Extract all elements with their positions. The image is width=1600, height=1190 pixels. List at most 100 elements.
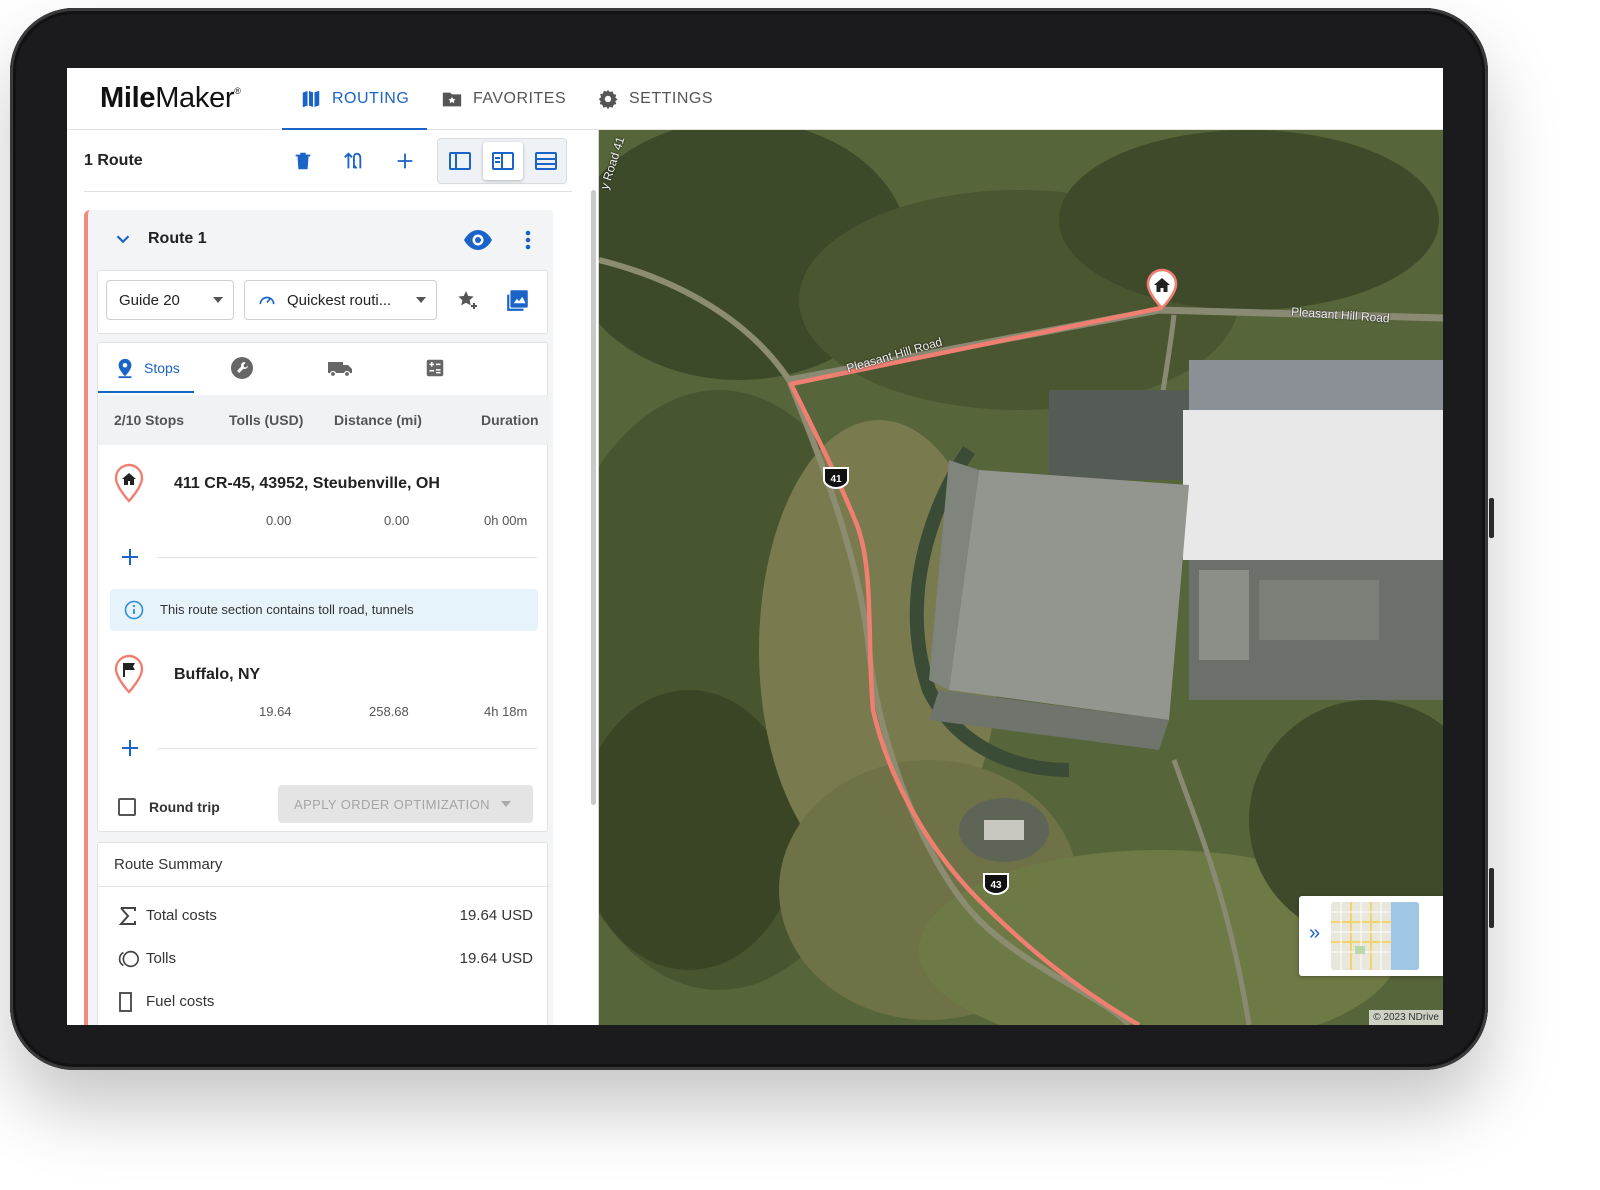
nav-tab-settings[interactable]: SETTINGS — [597, 68, 713, 130]
apply-optimization-label: APPLY ORDER OPTIMIZATION — [294, 796, 490, 812]
divider — [157, 557, 537, 558]
round-trip-row: Round trip APPLY ORDER OPTIMIZATION — [98, 783, 549, 833]
swap-routes-button[interactable] — [333, 142, 373, 180]
summary-value: 19.64 USD — [459, 907, 533, 924]
layout-list-button[interactable] — [526, 142, 566, 180]
stop-duration: 4h 18m — [484, 704, 528, 719]
stop-tolls: 19.64 — [259, 704, 292, 719]
caret-down-icon — [501, 801, 511, 807]
guide-select-value: Guide 20 — [119, 291, 180, 309]
stop-address: Buffalo, NY — [174, 666, 261, 683]
swap-routes-icon — [344, 152, 362, 169]
toll-info-banner: This route section contains toll road, t… — [110, 589, 538, 631]
summary-label: Fuel costs — [146, 993, 215, 1010]
routing-type-value: Quickest routi... — [287, 291, 392, 309]
highway-shield-icon: 41 — [823, 467, 849, 490]
minimap-toggle[interactable]: » — [1299, 896, 1443, 976]
pin-icon — [118, 358, 132, 379]
caret-down-icon — [416, 297, 426, 303]
map-icon — [302, 90, 320, 108]
gear-icon — [598, 89, 618, 110]
stops-section: Stops 2/10 Stops Tolls (USD) Distance (m… — [97, 342, 549, 833]
column-stops: 2/10 Stops — [114, 412, 185, 428]
routing-type-select[interactable]: Quickest routi... — [244, 280, 437, 320]
route-header: Route 1 — [88, 210, 553, 270]
route-count: 1 Route — [84, 152, 143, 169]
delete-button[interactable] — [283, 142, 323, 180]
export-image-icon — [507, 290, 528, 311]
round-trip-checkbox[interactable] — [118, 798, 136, 816]
svg-text:43: 43 — [990, 880, 1002, 891]
route-line — [788, 305, 1162, 1025]
apply-optimization-button[interactable]: APPLY ORDER OPTIMIZATION — [278, 785, 533, 823]
truck-icon — [328, 362, 352, 378]
nav-tab-routing[interactable]: ROUTING — [282, 68, 428, 131]
summary-row-fuel: Fuel costs — [98, 982, 549, 1022]
delete-icon — [295, 152, 311, 170]
summary-label: Total costs — [146, 907, 217, 924]
summary-label: Tolls — [146, 950, 177, 967]
map-view[interactable]: 41 43 Pleasant Hill Road Pleasant Hill R… — [599, 130, 1443, 1025]
home-icon — [114, 463, 144, 503]
toll-info-text: This route section contains toll road, t… — [160, 602, 414, 617]
home-marker-icon[interactable] — [1145, 268, 1179, 310]
export-route-button[interactable] — [501, 283, 535, 317]
tab-toll-settings[interactable] — [230, 343, 254, 393]
nav-tab-label: SETTINGS — [629, 90, 714, 107]
add-stop-icon[interactable] — [118, 736, 142, 760]
flag-icon — [114, 654, 144, 694]
nav-tab-label: ROUTING — [332, 90, 410, 107]
caret-down-icon — [213, 297, 223, 303]
fuel-icon — [119, 992, 132, 1012]
layout-toggle-group — [437, 138, 567, 184]
route-title: Route 1 — [148, 230, 207, 247]
route-summary: Route Summary Total costs 19.64 USD Toll… — [97, 842, 549, 1025]
add-route-button[interactable] — [385, 142, 425, 180]
milemaker-logo: MileMaker® — [100, 82, 241, 114]
side-button — [1489, 498, 1494, 538]
layout-sidebar-icon — [449, 152, 471, 170]
chevron-double-right-icon: » — [1309, 922, 1321, 944]
panel-scrollbar[interactable] — [591, 190, 596, 805]
more-vertical-icon[interactable] — [518, 225, 538, 255]
nav-tab-favorites[interactable]: FAVORITES — [441, 68, 566, 130]
speedometer-icon — [259, 296, 275, 305]
summary-header: Route Summary — [98, 843, 549, 887]
summary-title: Route Summary — [114, 856, 223, 873]
stop-distance: 0.00 — [384, 513, 410, 528]
summary-row-tolls: Tolls 19.64 USD — [98, 939, 549, 979]
add-stop-icon[interactable] — [118, 545, 142, 569]
coins-icon — [118, 950, 139, 968]
panel-toolbar: 1 Route — [67, 130, 598, 192]
highway-shield-icon: 43 — [983, 873, 1009, 896]
tab-vehicle[interactable] — [326, 343, 354, 393]
minimap-image — [1331, 902, 1419, 970]
tab-stops[interactable]: Stops — [98, 343, 194, 393]
stop-duration: 0h 00m — [484, 513, 528, 528]
chevron-down-icon[interactable] — [112, 228, 134, 250]
stops-column-headers: 2/10 Stops Tolls (USD) Distance (mi) Dur… — [98, 395, 549, 445]
eye-icon[interactable] — [462, 225, 494, 255]
wrench-icon — [231, 357, 253, 379]
route-card: Route 1 Guide 20 Quickest routi... Stops… — [84, 210, 553, 1025]
side-button — [1489, 868, 1494, 928]
summary-row-total: Total costs 19.64 USD — [98, 896, 549, 936]
layout-sidebar-button[interactable] — [440, 142, 480, 180]
app-screen: MileMaker® ROUTING FAVORITES SETTINGS 1 … — [67, 68, 1443, 1025]
svg-text:41: 41 — [830, 474, 842, 485]
add-favorite-button[interactable] — [451, 283, 485, 317]
minimap-thumbnail — [1331, 902, 1419, 970]
calculator-icon — [426, 359, 444, 377]
stop-address: 411 CR-45, 43952, Steubenville, OH — [174, 475, 440, 492]
round-trip-label: Round trip — [149, 799, 220, 815]
layout-split-button[interactable] — [483, 142, 523, 180]
add-icon — [397, 153, 413, 169]
star-add-icon — [458, 291, 477, 309]
guide-select[interactable]: Guide 20 — [106, 280, 234, 320]
info-icon — [124, 600, 144, 620]
tablet-frame: MileMaker® ROUTING FAVORITES SETTINGS 1 … — [10, 8, 1494, 1070]
layout-list-icon — [535, 152, 557, 170]
tab-label: Stops — [144, 360, 180, 376]
stop-distance: 258.68 — [369, 704, 409, 719]
tab-costs[interactable] — [424, 343, 446, 393]
